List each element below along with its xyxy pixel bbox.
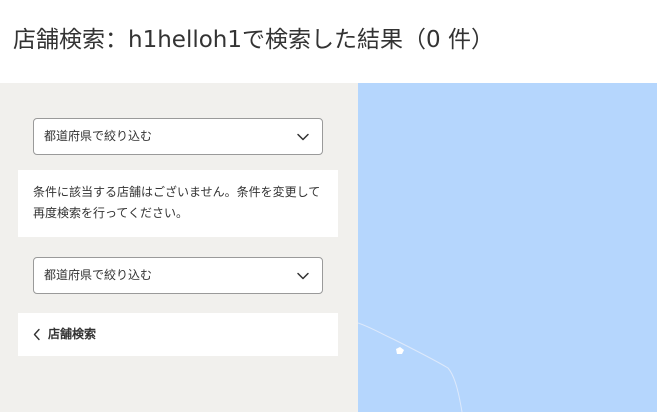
chevron-down-icon xyxy=(297,133,309,141)
map-island xyxy=(396,347,404,354)
back-to-store-search-link[interactable]: 店舗検索 xyxy=(18,313,338,356)
back-link-label: 店舗検索 xyxy=(48,327,97,341)
chevron-down-icon xyxy=(297,272,309,280)
prefecture-filter-label: 都道府県で絞り込む xyxy=(44,268,153,282)
prefecture-filter-label: 都道府県で絞り込む xyxy=(44,129,153,143)
map-boundary-line xyxy=(358,322,463,412)
store-map[interactable] xyxy=(358,83,657,412)
no-results-notice: 条件に該当する店舗はございません。条件を変更して再度検索を行ってください。 xyxy=(18,170,338,237)
prefecture-filter-select-bottom[interactable]: 都道府県で絞り込む xyxy=(33,257,323,294)
search-sidebar: 都道府県で絞り込む 条件に該当する店舗はございません。条件を変更して再度検索を行… xyxy=(0,83,358,412)
page-title: 店舗検索：h1helloh1で検索した結果（0 件） xyxy=(13,27,494,53)
no-results-message: 条件に該当する店舗はございません。条件を変更して再度検索を行ってください。 xyxy=(33,185,321,220)
page-header: 店舗検索：h1helloh1で検索した結果（0 件） xyxy=(0,0,657,83)
map-canvas xyxy=(358,322,463,412)
prefecture-filter-select-top[interactable]: 都道府県で絞り込む xyxy=(33,118,323,155)
chevron-left-icon xyxy=(33,328,40,341)
